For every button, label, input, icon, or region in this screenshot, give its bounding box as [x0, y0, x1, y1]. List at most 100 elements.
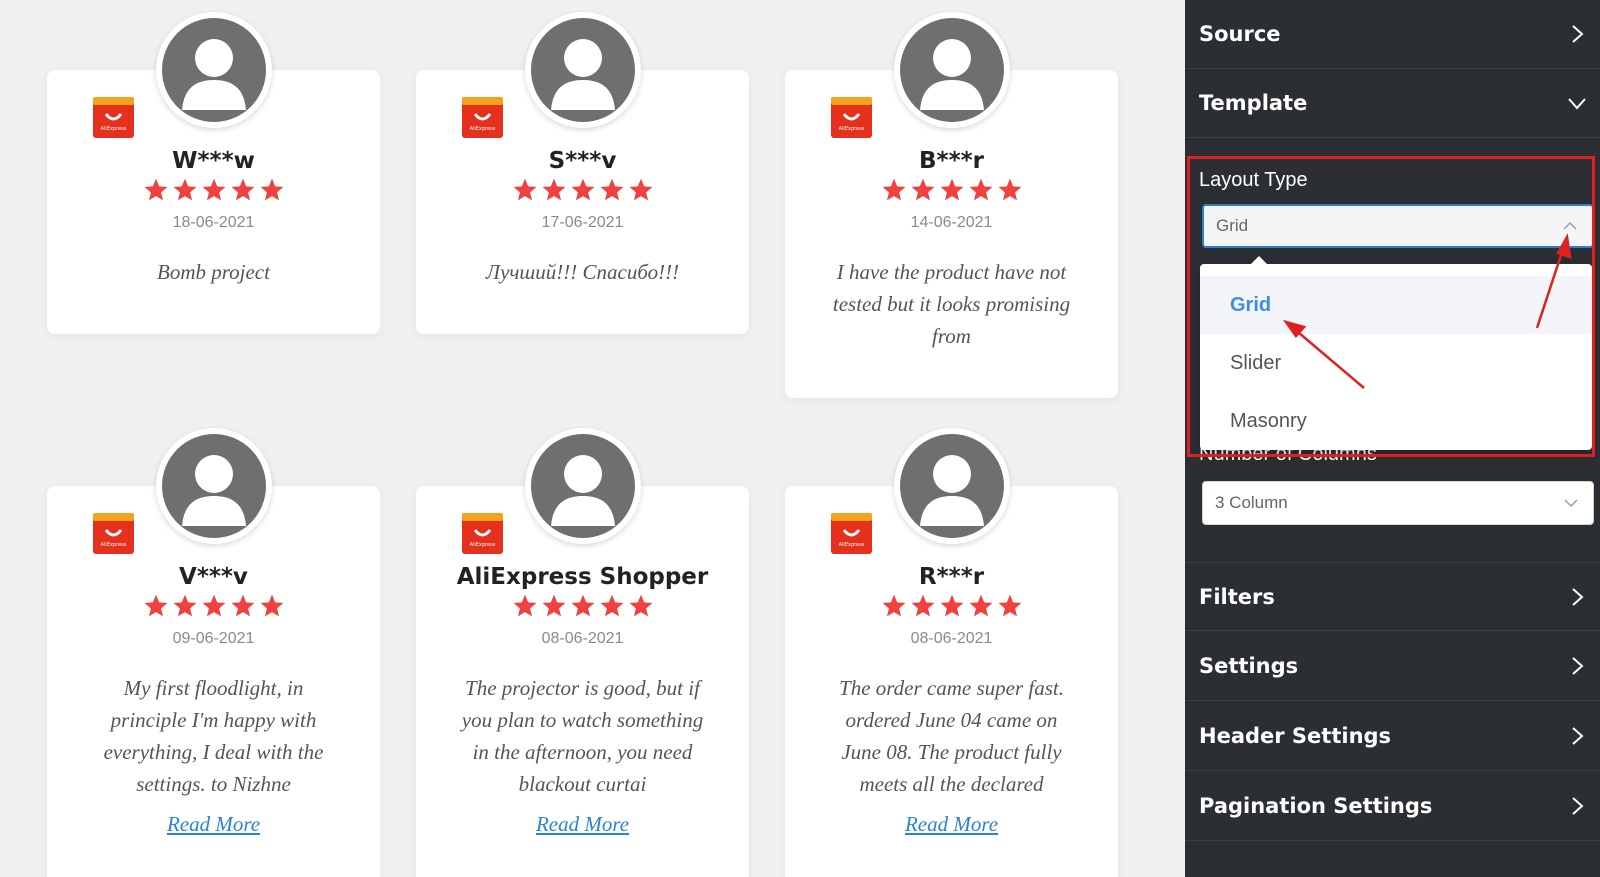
user-placeholder-icon	[899, 434, 1004, 538]
review-card: AliExpress V***v 09-06-2021 My first flo…	[47, 428, 380, 877]
reviewer-avatar	[524, 12, 641, 128]
user-placeholder-icon	[899, 18, 1004, 122]
layout-type-select[interactable]: Grid	[1202, 204, 1594, 248]
section-settings[interactable]: Settings	[1185, 632, 1600, 701]
star-icon	[940, 178, 963, 201]
dropdown-notch	[1251, 256, 1267, 264]
star-icon	[882, 178, 905, 201]
aliexpress-logo-text: AliExpress	[470, 126, 496, 132]
review-text: The projector is good, but if you plan t…	[461, 676, 704, 796]
review-card: AliExpress B***r 14-06-2021 I have the p…	[785, 12, 1118, 398]
layout-type-dropdown: Grid Slider Masonry	[1200, 256, 1592, 450]
columns-value: 3 Column	[1215, 493, 1288, 512]
star-icon	[882, 594, 905, 617]
review-date: 14-06-2021	[910, 214, 993, 231]
star-rating	[47, 593, 380, 619]
star-icon	[911, 178, 934, 201]
reviewer-name: AliExpress Shopper	[456, 564, 709, 590]
review-grid: AliExpress W***w 18-06-2021 Bomb project…	[0, 0, 1185, 877]
user-placeholder-icon	[161, 18, 266, 122]
review-text: The order came super fast. ordered June …	[839, 676, 1064, 796]
star-icon	[202, 594, 225, 617]
section-pagination-settings[interactable]: Pagination Settings	[1185, 772, 1600, 841]
reviewer-name: W***w	[172, 148, 255, 174]
section-filters-label: Filters	[1199, 584, 1275, 609]
star-icon	[969, 178, 992, 201]
chevron-right-icon	[1566, 795, 1588, 817]
section-pagination-settings-label: Pagination Settings	[1199, 794, 1433, 818]
user-placeholder-icon	[161, 434, 266, 538]
review-text: Лучший!!! Спасибо!!!	[485, 260, 680, 284]
reviewer-name: S***v	[548, 148, 617, 174]
review-date: 18-06-2021	[172, 214, 255, 231]
star-icon	[940, 594, 963, 617]
review-date: 17-06-2021	[541, 214, 624, 231]
aliexpress-logo-icon: AliExpress	[831, 97, 872, 138]
review-card: AliExpress AliExpress Shopper 08-06-2021…	[416, 428, 749, 877]
chevron-right-icon	[1566, 23, 1588, 45]
aliexpress-logo-text: AliExpress	[839, 542, 865, 548]
star-icon	[173, 178, 196, 201]
reviewer-name: R***r	[918, 564, 985, 590]
chevron-down-icon	[1563, 495, 1579, 511]
user-placeholder-icon	[530, 434, 635, 538]
section-header-settings[interactable]: Header Settings	[1185, 702, 1600, 771]
columns-select[interactable]: 3 Column	[1202, 481, 1594, 525]
section-template[interactable]: Template	[1185, 69, 1600, 138]
review-text: My first floodlight, in principle I'm ha…	[103, 676, 324, 796]
read-more-link[interactable]: Read More	[416, 808, 749, 840]
star-icon	[542, 178, 565, 201]
star-icon	[911, 594, 934, 617]
layout-option-slider[interactable]: Slider	[1200, 334, 1592, 392]
star-icon	[513, 594, 536, 617]
star-icon	[571, 178, 594, 201]
star-rating	[47, 177, 380, 203]
star-icon	[144, 178, 167, 201]
star-rating	[416, 593, 749, 619]
aliexpress-logo-icon: AliExpress	[831, 513, 872, 554]
review-text: Bomb project	[157, 260, 270, 284]
aliexpress-logo-icon: AliExpress	[462, 97, 503, 138]
aliexpress-logo-text: AliExpress	[101, 542, 127, 548]
read-more-link[interactable]: Read More	[47, 808, 380, 840]
read-more-link[interactable]: Read More	[785, 808, 1118, 840]
star-rating	[785, 177, 1118, 203]
review-card: AliExpress S***v 17-06-2021 Лучший!!! Сп…	[416, 12, 749, 334]
star-icon	[998, 178, 1021, 201]
star-icon	[600, 178, 623, 201]
star-rating	[416, 177, 749, 203]
section-settings-label: Settings	[1199, 654, 1299, 678]
aliexpress-logo-icon: AliExpress	[462, 513, 503, 554]
star-icon	[513, 178, 536, 201]
section-header-settings-label: Header Settings	[1199, 724, 1392, 748]
aliexpress-logo-icon: AliExpress	[93, 513, 134, 554]
section-template-label: Template	[1199, 91, 1308, 115]
layout-option-masonry[interactable]: Masonry	[1200, 392, 1592, 450]
star-icon	[260, 178, 283, 201]
aliexpress-logo-icon: AliExpress	[93, 97, 134, 138]
layout-option-grid[interactable]: Grid	[1200, 276, 1592, 334]
aliexpress-logo-text: AliExpress	[470, 542, 496, 548]
reviewer-avatar	[524, 428, 641, 544]
review-card: AliExpress W***w 18-06-2021 Bomb project	[47, 12, 380, 334]
reviewer-avatar	[893, 428, 1010, 544]
star-icon	[173, 594, 196, 617]
layout-type-label: Layout Type	[1199, 169, 1308, 191]
layout-type-value: Grid	[1216, 216, 1249, 235]
review-date: 09-06-2021	[172, 630, 255, 647]
star-icon	[231, 178, 254, 201]
section-source[interactable]: Source	[1185, 0, 1600, 69]
star-icon	[260, 594, 283, 617]
star-icon	[202, 178, 225, 201]
star-icon	[629, 594, 652, 617]
star-icon	[600, 594, 623, 617]
reviewer-name: B***r	[919, 148, 984, 174]
star-icon	[144, 594, 167, 617]
review-text: I have the product have not tested but i…	[832, 260, 1071, 348]
star-icon	[629, 178, 652, 201]
section-filters[interactable]: Filters	[1185, 562, 1600, 631]
star-icon	[542, 594, 565, 617]
chevron-right-icon	[1566, 725, 1588, 747]
star-icon	[969, 594, 992, 617]
review-date: 08-06-2021	[541, 630, 624, 647]
